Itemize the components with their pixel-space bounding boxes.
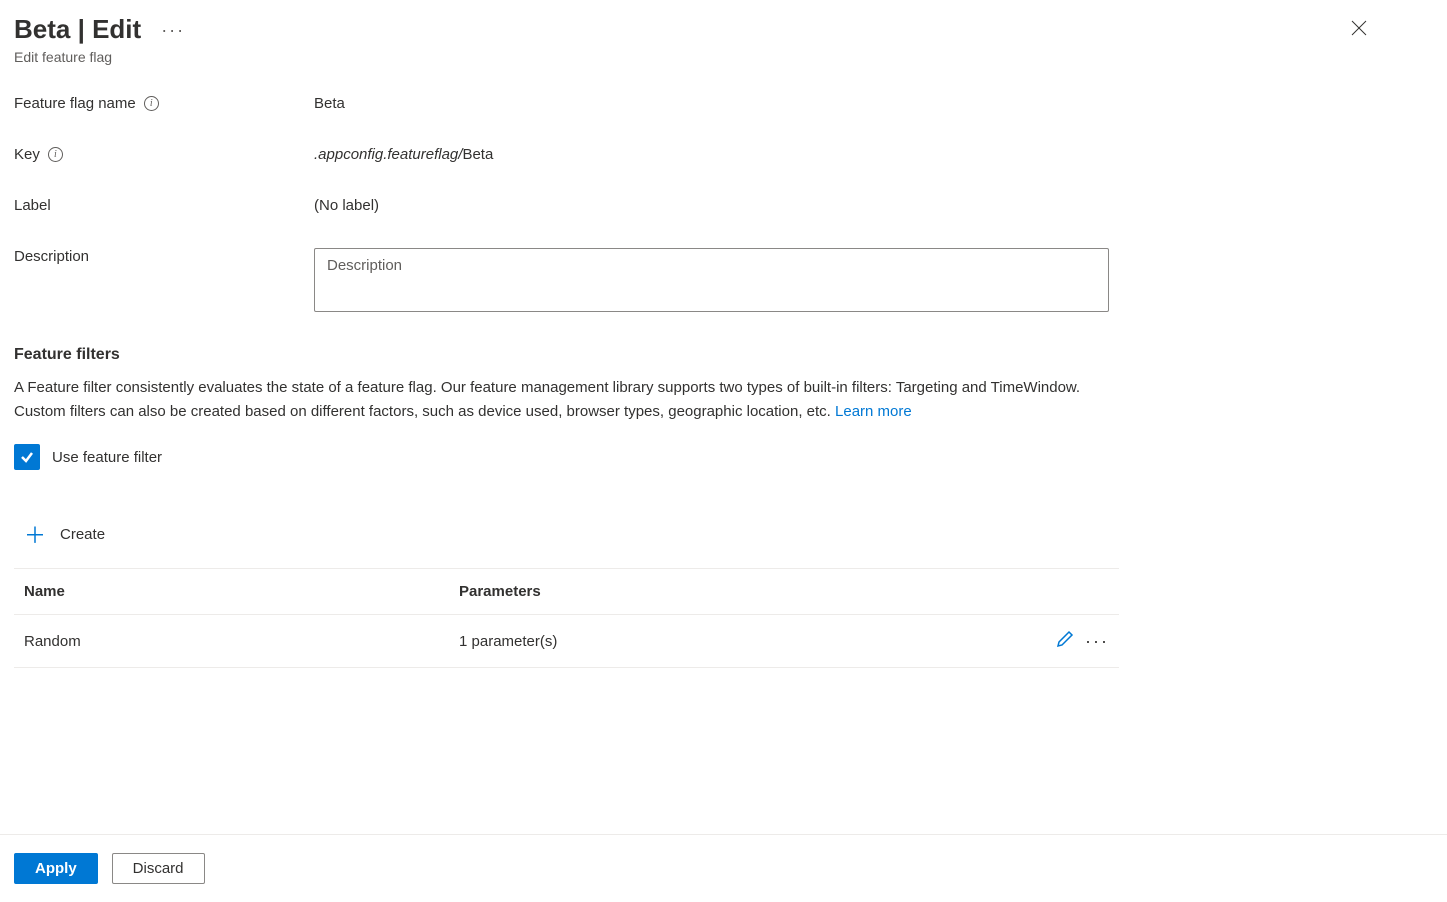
- discard-button[interactable]: Discard: [112, 853, 205, 884]
- filters-section-title: Feature filters: [14, 346, 1433, 364]
- form-row-label: Label (No label): [14, 197, 1433, 214]
- col-header-params: Parameters: [434, 583, 1109, 600]
- description-input[interactable]: [314, 248, 1109, 312]
- info-icon[interactable]: i: [48, 147, 63, 162]
- name-label-text: Feature flag name: [14, 95, 136, 112]
- name-label: Feature flag name i: [14, 95, 314, 112]
- edit-button[interactable]: [1055, 629, 1075, 653]
- use-filter-checkbox[interactable]: [14, 444, 40, 470]
- key-label: Key i: [14, 146, 314, 163]
- form-row-description: Description: [14, 248, 1433, 312]
- key-value: .appconfig.featureflag/Beta: [314, 146, 493, 163]
- pencil-icon: [1055, 629, 1075, 649]
- title-row: Beta | Edit ···: [14, 14, 185, 45]
- plus-icon: ＋: [24, 518, 46, 550]
- description-label: Description: [14, 248, 314, 265]
- use-filter-checkbox-row: Use feature filter: [14, 444, 1433, 470]
- label-label-text: Label: [14, 197, 51, 214]
- filters-section-desc: A Feature filter consistently evaluates …: [14, 376, 1124, 424]
- use-filter-label: Use feature filter: [52, 449, 162, 466]
- info-icon[interactable]: i: [144, 96, 159, 111]
- label-label: Label: [14, 197, 314, 214]
- row-name: Random: [24, 633, 434, 650]
- key-label-text: Key: [14, 146, 40, 163]
- page-subtitle: Edit feature flag: [14, 49, 185, 65]
- row-actions: ···: [1055, 629, 1109, 653]
- form-row-name: Feature flag name i Beta: [14, 95, 1433, 112]
- label-value: (No label): [314, 197, 379, 214]
- create-label: Create: [60, 526, 105, 543]
- filters-desc-text: A Feature filter consistently evaluates …: [14, 379, 1080, 420]
- close-button[interactable]: [1345, 14, 1373, 47]
- footer: Apply Discard: [0, 834, 1447, 902]
- form-row-key: Key i .appconfig.featureflag/Beta: [14, 146, 1433, 163]
- create-filter-button[interactable]: ＋ Create: [14, 500, 1119, 569]
- page-header: Beta | Edit ··· Edit feature flag: [14, 14, 1433, 65]
- header-left: Beta | Edit ··· Edit feature flag: [14, 14, 185, 65]
- col-header-name: Name: [24, 583, 434, 600]
- check-icon: [19, 449, 35, 465]
- filters-table: Name Parameters Random 1 parameter(s) ··…: [14, 569, 1119, 668]
- page-title: Beta | Edit: [14, 14, 141, 45]
- learn-more-link[interactable]: Learn more: [835, 403, 912, 420]
- key-prefix: .appconfig.featureflag/: [314, 146, 462, 163]
- table-header: Name Parameters: [14, 569, 1119, 615]
- row-params: 1 parameter(s): [434, 633, 1055, 650]
- key-suffix: Beta: [462, 146, 493, 163]
- row-more-button[interactable]: ···: [1085, 631, 1109, 652]
- close-icon: [1351, 20, 1367, 36]
- description-label-text: Description: [14, 248, 89, 265]
- name-value: Beta: [314, 95, 345, 112]
- more-menu-button[interactable]: ···: [161, 21, 185, 39]
- apply-button[interactable]: Apply: [14, 853, 98, 884]
- table-row: Random 1 parameter(s) ···: [14, 615, 1119, 668]
